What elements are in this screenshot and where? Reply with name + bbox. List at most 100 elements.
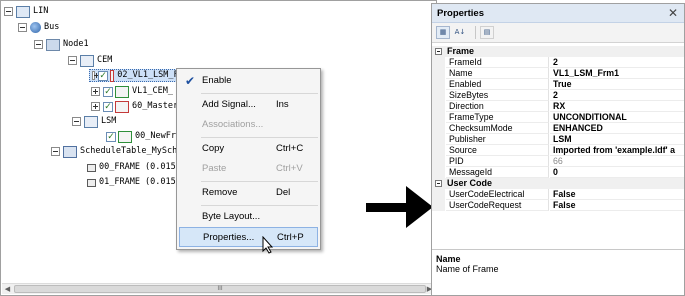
menu-separator bbox=[201, 137, 318, 138]
tree-item-frame[interactable]: ✓ VL1_CEM_ bbox=[91, 85, 173, 98]
property-row[interactable]: FrameType UNCONDITIONAL bbox=[432, 112, 684, 123]
frame-icon bbox=[118, 130, 132, 143]
expand-toggle[interactable] bbox=[92, 71, 100, 80]
frame-enabled-checkbox[interactable]: ✓ bbox=[98, 70, 108, 81]
menu-item-paste[interactable]: Paste Ctrl+V bbox=[179, 159, 318, 179]
tree-item-frame[interactable]: ✓ 60_Master bbox=[91, 100, 178, 113]
row-gutter bbox=[432, 68, 445, 79]
category-user-code[interactable]: User Code bbox=[432, 178, 684, 189]
alphabetical-sort-icon[interactable]: A↓ bbox=[453, 26, 467, 39]
tree-item-node1[interactable]: Node1 bbox=[34, 38, 89, 51]
property-name: UserCodeElectrical bbox=[446, 189, 549, 200]
property-value[interactable]: 0 bbox=[550, 167, 684, 178]
ecu-icon bbox=[84, 115, 98, 128]
property-row[interactable]: MessageId 0 bbox=[432, 167, 684, 178]
property-row[interactable]: Direction RX bbox=[432, 101, 684, 112]
row-gutter bbox=[432, 200, 445, 211]
property-value[interactable]: VL1_LSM_Frm1 bbox=[550, 68, 684, 79]
row-gutter bbox=[432, 156, 445, 167]
property-value[interactable]: False bbox=[550, 200, 684, 211]
property-value[interactable]: 66 bbox=[550, 156, 684, 167]
collapse-toggle[interactable] bbox=[435, 180, 442, 187]
expand-toggle[interactable] bbox=[91, 102, 100, 111]
tree-item-frame[interactable]: ✓ 00_NewFra bbox=[106, 130, 181, 143]
property-row[interactable]: UserCodeElectrical False bbox=[432, 189, 684, 200]
property-row[interactable]: ChecksumMode ENHANCED bbox=[432, 123, 684, 134]
row-gutter bbox=[432, 189, 445, 200]
property-row[interactable]: SizeBytes 2 bbox=[432, 90, 684, 101]
property-name: FrameId bbox=[446, 57, 549, 68]
property-row[interactable]: Name VL1_LSM_Frm1 bbox=[432, 68, 684, 79]
property-value[interactable]: False bbox=[550, 189, 684, 200]
property-name: PID bbox=[446, 156, 549, 167]
close-icon[interactable]: ✕ bbox=[668, 4, 678, 23]
property-row[interactable]: PID 66 bbox=[432, 156, 684, 167]
properties-title: Properties bbox=[437, 8, 484, 19]
property-name: SizeBytes bbox=[446, 90, 549, 101]
categorized-view-icon[interactable]: ▦ bbox=[436, 26, 450, 39]
tree-item-lin[interactable]: LIN bbox=[4, 5, 48, 18]
property-value[interactable]: True bbox=[550, 79, 684, 90]
property-value[interactable]: Imported from 'example.ldf' a bbox=[550, 145, 684, 156]
menu-item-remove[interactable]: Remove Del bbox=[179, 183, 318, 203]
tree-item-lsm[interactable]: LSM bbox=[72, 115, 116, 128]
row-gutter bbox=[432, 101, 445, 112]
property-row[interactable]: Publisher LSM bbox=[432, 134, 684, 145]
menu-item-properties[interactable]: Properties... Ctrl+P bbox=[179, 227, 318, 247]
menu-separator bbox=[201, 205, 318, 206]
right-arrow-icon bbox=[366, 186, 433, 228]
frame-enabled-checkbox[interactable]: ✓ bbox=[106, 131, 116, 142]
schedule-table-icon bbox=[63, 145, 77, 158]
slot-icon bbox=[87, 163, 96, 172]
property-value[interactable]: 2 bbox=[550, 57, 684, 68]
property-row[interactable]: FrameId 2 bbox=[432, 57, 684, 68]
collapse-toggle[interactable] bbox=[51, 147, 60, 156]
node-icon bbox=[46, 38, 60, 51]
property-row[interactable]: Enabled True bbox=[432, 79, 684, 90]
menu-item-byte-layout[interactable]: Byte Layout... bbox=[179, 207, 318, 227]
tree-item-schedule-slot[interactable]: 01_FRAME (0.015s bbox=[87, 176, 181, 189]
collapse-toggle[interactable] bbox=[18, 23, 27, 32]
tree-item-schedule-table[interactable]: ScheduleTable_MySche bbox=[51, 145, 182, 158]
property-name: Enabled bbox=[446, 79, 549, 90]
property-row[interactable]: Source Imported from 'example.ldf' a bbox=[432, 145, 684, 156]
frame-enabled-checkbox[interactable]: ✓ bbox=[103, 86, 113, 97]
property-name: Direction bbox=[446, 101, 549, 112]
frame-icon bbox=[115, 100, 129, 113]
menu-separator bbox=[201, 93, 318, 94]
property-value[interactable]: LSM bbox=[550, 134, 684, 145]
property-row[interactable]: UserCodeRequest False bbox=[432, 200, 684, 211]
property-value[interactable]: ENHANCED bbox=[550, 123, 684, 134]
collapse-toggle[interactable] bbox=[68, 56, 77, 65]
menu-item-associations[interactable]: Associations... bbox=[179, 115, 318, 135]
row-gutter bbox=[432, 123, 445, 134]
horizontal-scrollbar[interactable]: ◀ III ▶ bbox=[2, 283, 435, 294]
scrollbar-thumb[interactable]: III bbox=[14, 285, 426, 293]
collapse-toggle[interactable] bbox=[435, 48, 442, 55]
property-value[interactable]: 2 bbox=[550, 90, 684, 101]
property-description: Name Name of Frame bbox=[432, 249, 684, 295]
collapse-toggle[interactable] bbox=[4, 7, 13, 16]
menu-item-enable[interactable]: ✔ Enable bbox=[179, 71, 318, 91]
tree-item-cem[interactable]: CEM bbox=[68, 54, 112, 67]
scroll-left-arrow-icon[interactable]: ◀ bbox=[2, 284, 13, 294]
description-title: Name bbox=[436, 254, 461, 264]
collapse-toggle[interactable] bbox=[72, 117, 81, 126]
property-name: FrameType bbox=[446, 112, 549, 123]
expand-toggle[interactable] bbox=[91, 87, 100, 96]
property-pages-icon[interactable]: ▤ bbox=[480, 26, 494, 39]
property-value[interactable]: UNCONDITIONAL bbox=[550, 112, 684, 123]
row-gutter bbox=[432, 167, 445, 178]
collapse-toggle[interactable] bbox=[34, 40, 43, 49]
tree-item-schedule-slot[interactable]: 00_FRAME (0.015s bbox=[87, 161, 181, 174]
properties-title-bar: Properties ✕ bbox=[432, 4, 684, 23]
menu-item-add-signal[interactable]: Add Signal... Ins bbox=[179, 95, 318, 115]
property-name: Publisher bbox=[446, 134, 549, 145]
frame-enabled-checkbox[interactable]: ✓ bbox=[103, 101, 113, 112]
tree-item-bus[interactable]: Bus bbox=[18, 21, 59, 34]
property-grid[interactable]: Frame FrameId 2 Name VL1_LSM_Frm1 Enabled Tru… bbox=[432, 46, 684, 211]
category-frame[interactable]: Frame bbox=[432, 46, 684, 57]
property-value[interactable]: RX bbox=[550, 101, 684, 112]
row-gutter bbox=[432, 90, 445, 101]
menu-item-copy[interactable]: Copy Ctrl+C bbox=[179, 139, 318, 159]
